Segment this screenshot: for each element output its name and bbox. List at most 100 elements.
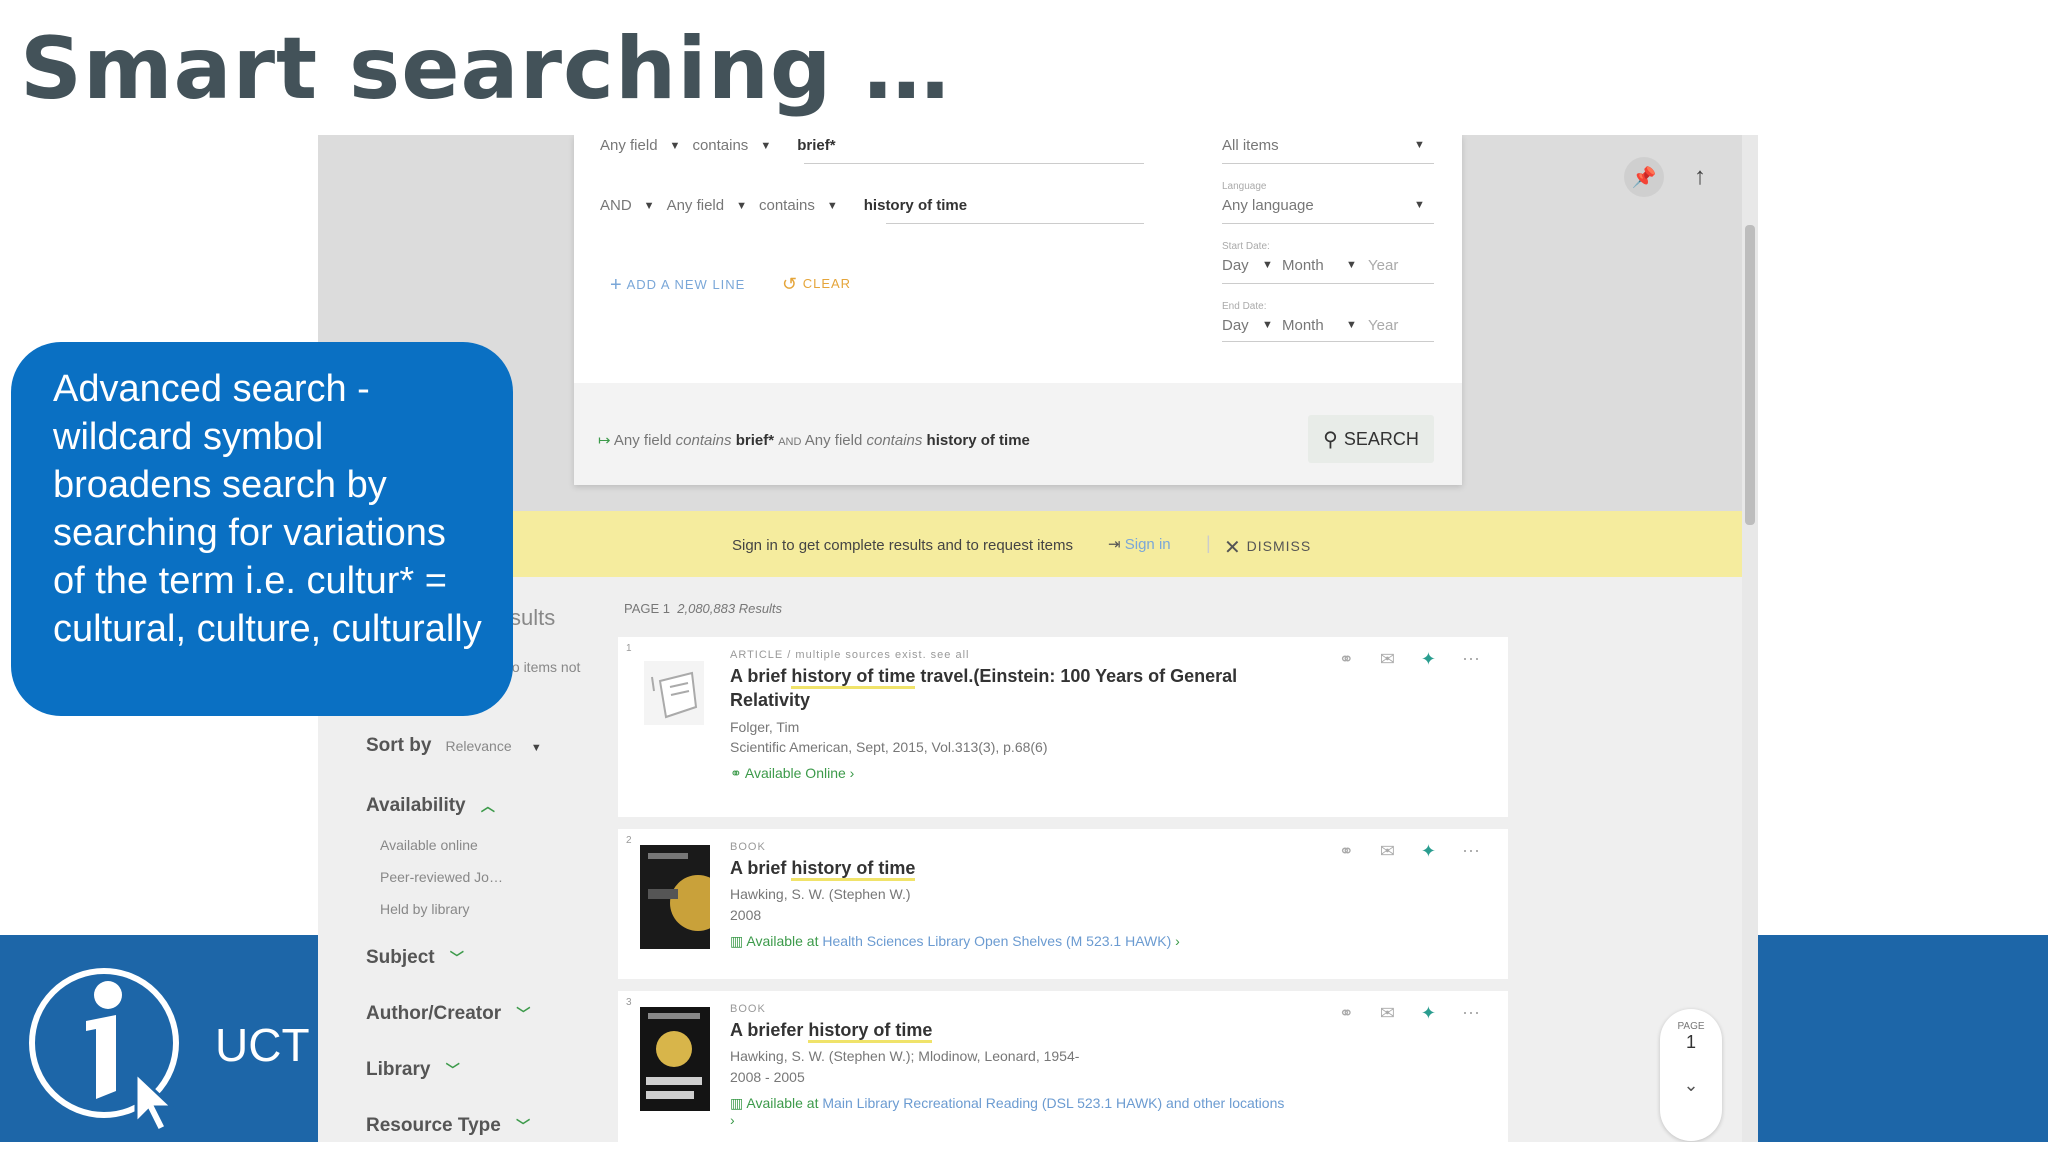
caret-down-icon[interactable]: ▼: [827, 200, 838, 212]
facet-resource-type[interactable]: Resource Type ﹀: [366, 1115, 530, 1137]
caret-down-icon[interactable]: ▼: [644, 200, 655, 212]
chevron-down-icon: ﹀: [516, 1006, 531, 1022]
shelf-icon: ▥: [730, 932, 744, 949]
facet-library[interactable]: Library ﹀: [366, 1059, 460, 1081]
query-term-input[interactable]: history of time: [864, 197, 967, 214]
availability-link[interactable]: ▥ Available at Health Sciences Library O…: [730, 933, 1290, 950]
caret-down-icon[interactable]: ▼: [1346, 259, 1357, 271]
end-date-label: End Date:: [1222, 301, 1267, 312]
scrollbar-thumb[interactable]: [1745, 225, 1755, 525]
pin-icon[interactable]: ✦: [1421, 841, 1436, 862]
start-date-label: Start Date:: [1222, 241, 1270, 252]
query-row-1: Any field ▼ contains ▼ brief*: [600, 137, 836, 154]
scrollbar[interactable]: [1742, 135, 1758, 1142]
result-type: BOOK: [730, 841, 766, 853]
chevron-up-icon: ︿: [480, 798, 495, 814]
more-icon[interactable]: ⋯: [1462, 649, 1480, 670]
caret-down-icon[interactable]: ▼: [760, 140, 771, 152]
add-new-line-button[interactable]: + ADD A NEW LINE: [610, 274, 745, 297]
facet-option[interactable]: Held by library: [380, 901, 469, 917]
signin-message: Sign in to get complete results and to r…: [732, 537, 1074, 554]
end-day-select[interactable]: Day: [1222, 317, 1249, 334]
result-type: BOOK: [730, 1003, 766, 1015]
field-select[interactable]: Any field: [600, 137, 658, 154]
callout-box: Advanced search - wildcard symbol broade…: [11, 342, 513, 716]
caret-down-icon[interactable]: ▼: [1346, 319, 1357, 331]
facet-subject[interactable]: Subject ﹀: [366, 947, 464, 969]
pin-icon[interactable]: ✦: [1421, 649, 1436, 670]
caret-down-icon[interactable]: ▼: [1262, 319, 1273, 331]
arrow-up-icon[interactable]: ↑: [1680, 157, 1720, 197]
caret-down-icon[interactable]: ▼: [736, 200, 747, 212]
caret-down-icon[interactable]: ▼: [1262, 259, 1273, 271]
search-button[interactable]: ⚲ SEARCH: [1308, 415, 1434, 463]
citation-icon[interactable]: ⚭: [1339, 841, 1354, 862]
page-number: 1: [1685, 1032, 1696, 1052]
result-actions: ⚭ ✉ ✦ ⋯: [1339, 649, 1480, 670]
email-icon[interactable]: ✉: [1380, 649, 1395, 670]
field-select[interactable]: Any field: [667, 197, 725, 214]
sort-by-control[interactable]: Sort by Relevance ▼: [366, 735, 542, 757]
search-icon: ⚲: [1323, 428, 1338, 451]
operator-select[interactable]: contains: [759, 197, 815, 214]
result-item[interactable]: 3 BOOK A briefer history of time Hawking…: [618, 991, 1508, 1142]
page-indicator[interactable]: PAGE 1 ⌄: [1660, 1009, 1722, 1141]
dismiss-button[interactable]: ✕ DISMISS: [1224, 535, 1311, 560]
caret-down-icon[interactable]: ▼: [1414, 139, 1425, 151]
language-select[interactable]: Any language: [1222, 197, 1314, 214]
clear-button[interactable]: ↺ CLEAR: [782, 274, 851, 295]
email-icon[interactable]: ✉: [1380, 841, 1395, 862]
query-row-2: AND ▼ Any field ▼ contains ▼ history of …: [600, 197, 967, 214]
result-item[interactable]: 1 ARTICLE / multiple sources exist. see …: [618, 637, 1508, 817]
chevron-down-icon[interactable]: ⌄: [1660, 1075, 1722, 1096]
email-icon[interactable]: ✉: [1380, 1003, 1395, 1024]
result-author: Hawking, S. W. (Stephen W.): [730, 886, 911, 903]
book-cover-icon: [640, 1007, 710, 1111]
signin-link[interactable]: ⇥ Sign in: [1108, 535, 1171, 553]
chevron-down-icon: ﹀: [449, 950, 464, 966]
sort-select[interactable]: Relevance: [445, 738, 511, 754]
slide-title: Smart searching …: [20, 19, 951, 119]
end-year-input[interactable]: Year: [1368, 317, 1398, 334]
facet-option[interactable]: Available online: [380, 837, 478, 853]
start-month-select[interactable]: Month: [1282, 257, 1324, 274]
result-title[interactable]: A briefer history of time: [730, 1018, 1290, 1043]
start-year-input[interactable]: Year: [1368, 257, 1398, 274]
result-actions: ⚭ ✉ ✦ ⋯: [1339, 1003, 1480, 1024]
caret-down-icon[interactable]: ▼: [1414, 199, 1425, 211]
chevron-down-icon: ﹀: [516, 1118, 531, 1134]
pin-icon[interactable]: ✦: [1421, 1003, 1436, 1024]
start-day-select[interactable]: Day: [1222, 257, 1249, 274]
more-icon[interactable]: ⋯: [1462, 1003, 1480, 1024]
operator-select[interactable]: contains: [692, 137, 748, 154]
advanced-search-panel: Any field ▼ contains ▼ brief* AND ▼ Any …: [574, 135, 1462, 485]
caret-down-icon[interactable]: ▼: [531, 742, 542, 754]
caret-down-icon[interactable]: ▼: [670, 140, 681, 152]
results-count: PAGE 1 2,080,883 Results: [624, 601, 783, 616]
citation-icon[interactable]: ⚭: [1339, 1003, 1354, 1024]
result-source: 2008: [730, 906, 762, 923]
expand-results-label: to items not: [508, 659, 581, 675]
availability-link[interactable]: ▥ Available at Main Library Recreational…: [730, 1095, 1290, 1128]
material-type-select[interactable]: All items: [1222, 137, 1279, 154]
query-summary: ↦ Any field contains brief* AND Any fiel…: [598, 432, 1030, 449]
link-icon: ⚭: [730, 765, 742, 782]
results-tweak-heading: sults: [510, 605, 556, 630]
more-icon[interactable]: ⋯: [1462, 841, 1480, 862]
result-title[interactable]: A brief history of time travel.(Einstein…: [730, 664, 1290, 713]
availability-link[interactable]: ⚭ Available Online ›: [730, 765, 1290, 782]
result-title[interactable]: A brief history of time: [730, 856, 1290, 881]
boolean-select[interactable]: AND: [600, 197, 632, 214]
callout-text: Advanced search - wildcard symbol broade…: [53, 368, 482, 650]
end-month-select[interactable]: Month: [1282, 317, 1324, 334]
citation-icon[interactable]: ⚭: [1339, 649, 1354, 670]
facet-author[interactable]: Author/Creator ﹀: [366, 1003, 530, 1025]
facet-option[interactable]: Peer-reviewed Jo…: [380, 869, 503, 885]
close-icon: ✕: [1224, 537, 1242, 559]
facet-availability[interactable]: Availability ︿: [366, 795, 495, 817]
pin-icon[interactable]: 📌: [1624, 157, 1664, 197]
plus-icon: +: [610, 274, 623, 296]
result-source: 2008 - 2005: [730, 1068, 805, 1085]
query-term-input[interactable]: brief*: [797, 137, 835, 154]
result-item[interactable]: 2 BOOK A brief history of time Hawking, …: [618, 829, 1508, 979]
